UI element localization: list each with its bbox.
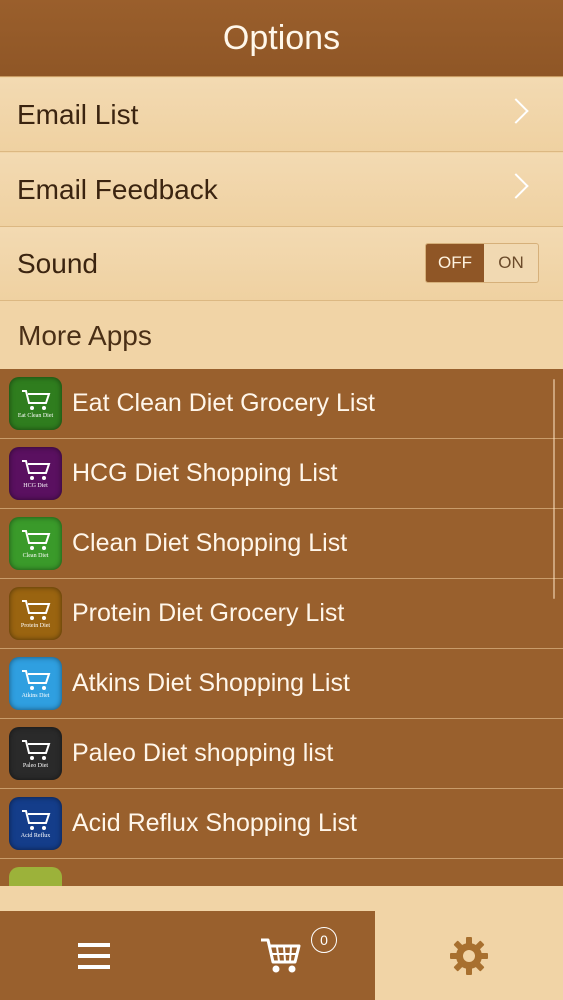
list-item[interactable]: Atkins Diet Atkins Diet Shopping List bbox=[0, 649, 563, 719]
cart-icon bbox=[21, 459, 50, 480]
cart-icon bbox=[21, 599, 50, 620]
menu-icon bbox=[77, 942, 110, 969]
page-title: Options bbox=[222, 18, 341, 57]
cart-icon bbox=[21, 389, 50, 410]
list-item[interactable]: Clean Diet Clean Diet Shopping List bbox=[0, 509, 563, 579]
app-icon-caption: HCG Diet bbox=[23, 482, 48, 489]
app-icon: Paleo Diet bbox=[9, 727, 62, 780]
app-icon-caption: Paleo Diet bbox=[22, 762, 49, 769]
app-name: Paleo Diet shopping list bbox=[72, 739, 334, 767]
tab-cart[interactable] bbox=[187, 911, 375, 1000]
app-name: Atkins Diet Shopping List bbox=[72, 669, 350, 697]
app-name: Acid Reflux Shopping List bbox=[72, 809, 357, 837]
sound-on-option[interactable]: ON bbox=[484, 244, 538, 282]
more-apps-title: More Apps bbox=[18, 320, 152, 351]
app-icon: Acid Reflux bbox=[9, 797, 62, 850]
email-feedback-label: Email Feedback bbox=[17, 173, 218, 205]
sound-toggle[interactable]: OFF ON bbox=[425, 243, 539, 283]
tab-settings[interactable] bbox=[375, 911, 563, 1000]
cart-icon bbox=[21, 809, 50, 830]
list-item[interactable]: Protein Diet Protein Diet Grocery List bbox=[0, 579, 563, 649]
chevron-right-icon bbox=[503, 98, 529, 124]
cart-icon bbox=[21, 739, 50, 760]
cart-icon bbox=[21, 669, 50, 690]
cart-count-badge: 0 bbox=[311, 927, 337, 953]
email-list-label: Email List bbox=[17, 98, 139, 130]
gear-icon bbox=[450, 936, 488, 975]
app-icon-caption: Eat Clean Diet bbox=[17, 412, 54, 419]
list-item[interactable]: Paleo Diet Paleo Diet shopping list bbox=[0, 719, 563, 789]
tab-menu[interactable] bbox=[0, 911, 187, 1000]
list-item[interactable]: Acid Reflux Acid Reflux Shopping List bbox=[0, 789, 563, 859]
sound-label: Sound bbox=[17, 247, 98, 279]
cart-icon bbox=[21, 529, 50, 550]
header-bar: Options bbox=[0, 0, 563, 77]
more-apps-list[interactable]: Eat Clean Diet Eat Clean Diet Grocery Lis… bbox=[0, 369, 563, 886]
app-name: Protein Diet Grocery List bbox=[72, 599, 345, 627]
list-item[interactable]: Eat Clean Diet Eat Clean Diet Grocery Lis… bbox=[0, 369, 563, 439]
scroll-indicator[interactable] bbox=[553, 379, 555, 599]
chevron-right-icon bbox=[503, 173, 529, 199]
cart-icon bbox=[261, 938, 301, 972]
app-icon-caption: Atkins Diet bbox=[21, 692, 50, 699]
app-icon: Atkins Diet bbox=[9, 657, 62, 710]
sound-row: Sound OFF ON bbox=[0, 227, 563, 301]
app-icon: HCG Diet bbox=[9, 447, 62, 500]
email-feedback-row[interactable]: Email Feedback bbox=[0, 153, 563, 227]
app-icon: Eat Clean Diet bbox=[9, 377, 62, 430]
email-list-row[interactable]: Email List bbox=[0, 78, 563, 152]
tab-bar bbox=[0, 911, 563, 1000]
sound-off-option[interactable]: OFF bbox=[426, 244, 484, 282]
app-icon: Protein Diet bbox=[9, 587, 62, 640]
list-item[interactable]: HCG Diet HCG Diet Shopping List bbox=[0, 439, 563, 509]
app-icon: Clean Diet bbox=[9, 517, 62, 570]
app-icon-caption: Acid Reflux bbox=[20, 832, 51, 839]
list-item[interactable] bbox=[0, 859, 563, 886]
app-name: Clean Diet Shopping List bbox=[72, 529, 348, 557]
app-name: Eat Clean Diet Grocery List bbox=[72, 389, 375, 417]
app-icon-caption: Clean Diet bbox=[22, 552, 49, 559]
app-name: HCG Diet Shopping List bbox=[72, 459, 338, 487]
app-icon bbox=[9, 867, 62, 886]
app-icon-caption: Protein Diet bbox=[20, 622, 51, 629]
